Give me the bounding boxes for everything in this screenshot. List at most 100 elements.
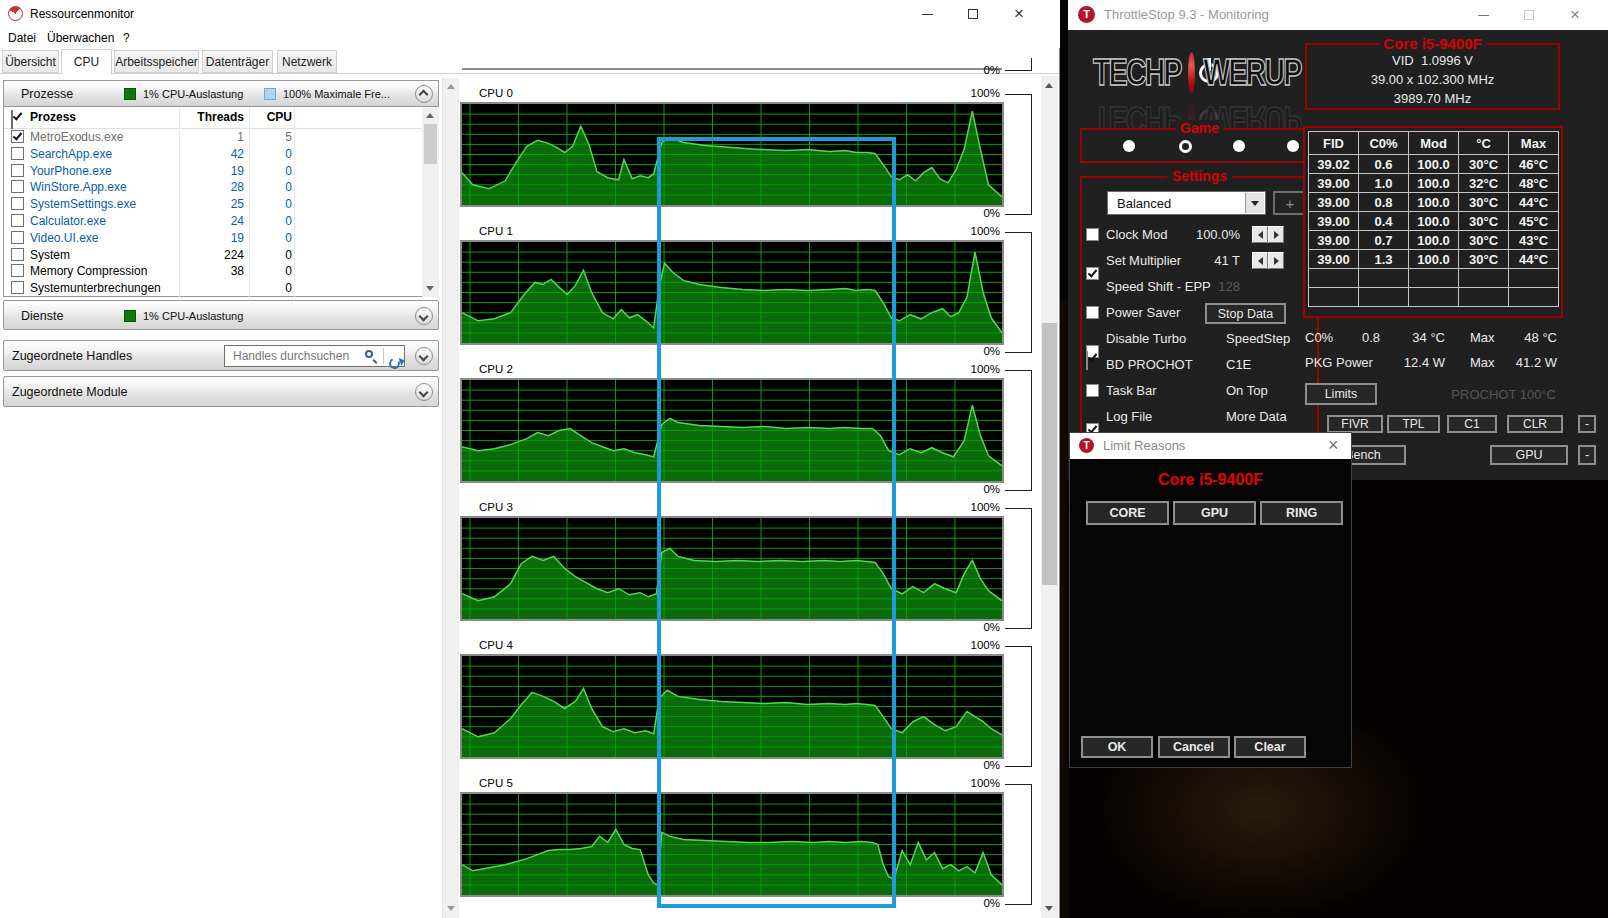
max-freq-legend-swatch: [264, 88, 276, 100]
handles-expand-button[interactable]: [415, 347, 433, 365]
logo-power-icon: [1188, 52, 1195, 94]
module-expand-button[interactable]: [415, 383, 433, 401]
process-row[interactable]: Systemunterbrechungen0: [4, 280, 422, 295]
setting-checkbox-disable-turbo[interactable]: [1086, 384, 1099, 397]
spin-up-button[interactable]: [1268, 226, 1284, 243]
process-checkbox[interactable]: [11, 164, 24, 177]
rm-close-button[interactable]: ×: [996, 0, 1042, 28]
menu-datei[interactable]: Datei: [8, 31, 36, 45]
search-icon[interactable]: [365, 350, 373, 358]
game-radio-0[interactable]: [1123, 140, 1135, 152]
dialog-button-ring[interactable]: RING: [1260, 501, 1343, 525]
col-prozess[interactable]: Prozess: [30, 110, 76, 124]
process-checkbox[interactable]: [11, 281, 24, 294]
ts-minimize-button[interactable]: [1460, 0, 1506, 30]
fid-cell: 39.00: [1309, 174, 1359, 193]
tab-übersicht[interactable]: Übersicht: [2, 50, 59, 73]
game-radio-1[interactable]: [1179, 140, 1192, 153]
process-row[interactable]: System2240: [4, 247, 422, 264]
combo-dropdown-button[interactable]: [1245, 193, 1264, 213]
dialog-action-clear[interactable]: Clear: [1234, 736, 1306, 758]
process-name: System: [30, 248, 70, 262]
fid-cell: 100.0: [1409, 174, 1459, 193]
menu-help[interactable]: ?: [123, 31, 130, 45]
dialog-button-core[interactable]: CORE: [1086, 501, 1169, 525]
ts-maximize-button[interactable]: [1506, 0, 1552, 30]
handles-search-box[interactable]: Handles durchsuchen: [224, 345, 405, 367]
profile-combobox[interactable]: Balanced: [1107, 191, 1266, 215]
limits-button[interactable]: Limits: [1305, 383, 1377, 405]
refresh-icon[interactable]: [387, 356, 401, 370]
profile-checkbox[interactable]: [1086, 351, 1088, 370]
rm-minimize-button[interactable]: [904, 0, 950, 28]
button-clr[interactable]: CLR: [1507, 415, 1563, 433]
fid-cell: 1.0: [1359, 174, 1409, 193]
graphs-scrollbar-thumb[interactable]: [1042, 323, 1057, 585]
process-checkbox[interactable]: [11, 248, 24, 261]
process-row[interactable]: SearchApp.exe420: [4, 146, 422, 163]
spin-down-button[interactable]: [1252, 252, 1268, 269]
process-checkbox[interactable]: [11, 147, 24, 160]
process-checkbox[interactable]: [11, 231, 24, 244]
dialog-close-button[interactable]: ×: [1328, 435, 1339, 456]
button-tpl[interactable]: TPL: [1387, 415, 1440, 433]
button--[interactable]: -: [1578, 445, 1596, 465]
game-radio-3[interactable]: [1287, 140, 1299, 152]
fid-cell: 45°C: [1509, 212, 1559, 231]
process-threads: 224: [149, 248, 244, 262]
process-row[interactable]: Calculator.exe240: [4, 213, 422, 230]
processes-header[interactable]: Prozesse 1% CPU-Auslastung 100% Maximale…: [3, 80, 439, 107]
spin-down-button[interactable]: [1252, 226, 1268, 243]
left-panel-scrollbar[interactable]: [442, 78, 459, 918]
rm-maximize-button[interactable]: [950, 0, 996, 28]
dienste-section-header[interactable]: Dienste 1% CPU-Auslastung: [3, 300, 439, 330]
ts-close-button[interactable]: ×: [1552, 0, 1598, 30]
button--[interactable]: -: [1578, 415, 1596, 433]
processes-collapse-button[interactable]: [415, 85, 433, 103]
stop-data-button[interactable]: Stop Data: [1205, 303, 1286, 324]
fid-cell: 44°C: [1509, 193, 1559, 212]
processes-title: Prozesse: [21, 87, 73, 101]
setting-checkbox-set-multiplier[interactable]: [1086, 267, 1099, 280]
dialog-button-gpu[interactable]: GPU: [1173, 501, 1256, 525]
button-c1[interactable]: C1: [1447, 415, 1497, 433]
process-checkbox[interactable]: [11, 214, 24, 227]
handles-section-header[interactable]: Zugeordnete Handles Handles durchsuchen: [3, 340, 439, 371]
process-checkbox[interactable]: [11, 180, 24, 193]
tab-cpu[interactable]: CPU: [61, 49, 112, 74]
process-header-checkbox[interactable]: [11, 110, 13, 129]
process-row[interactable]: Video.UI.exe190: [4, 230, 422, 247]
tab-netzwerk[interactable]: Netzwerk: [277, 50, 337, 73]
module-section-header[interactable]: Zugeordnete Module: [3, 376, 439, 407]
graphs-scrollbar[interactable]: [1041, 76, 1058, 918]
process-row[interactable]: SystemSettings.exe250: [4, 196, 422, 213]
add-profile-button[interactable]: +: [1273, 191, 1307, 215]
dienste-expand-button[interactable]: [415, 307, 433, 325]
tab-arbeitsspeicher[interactable]: Arbeitsspeicher: [114, 50, 199, 73]
process-row[interactable]: Memory Compression380: [4, 263, 422, 280]
process-checkbox[interactable]: [11, 197, 24, 210]
process-checkbox[interactable]: [11, 264, 24, 277]
dialog-action-cancel[interactable]: Cancel: [1158, 736, 1230, 758]
process-row[interactable]: YourPhone.exe190: [4, 163, 422, 180]
process-checkbox[interactable]: [11, 130, 24, 143]
setting-label: SpeedStep: [1226, 331, 1290, 346]
game-title: Game: [1175, 120, 1224, 136]
menu-ueberwachen[interactable]: Überwachen: [47, 31, 114, 45]
button-fivr[interactable]: FIVR: [1327, 415, 1383, 433]
spin-up-button[interactable]: [1268, 252, 1284, 269]
tab-datenträger[interactable]: Datenträger: [202, 50, 273, 73]
col-cpu[interactable]: CPU: [254, 110, 292, 124]
setting-checkbox-speed-shift-epp[interactable]: [1086, 306, 1099, 319]
game-radio-2[interactable]: [1233, 140, 1245, 152]
dialog-action-ok[interactable]: OK: [1081, 736, 1153, 758]
process-row[interactable]: MetroExodus.exe15: [4, 129, 422, 146]
process-row[interactable]: WinStore.App.exe280: [4, 179, 422, 196]
col-threads[interactable]: Threads: [149, 110, 244, 124]
game-box: Game: [1080, 128, 1319, 163]
setting-checkbox-clock-mod[interactable]: [1086, 228, 1099, 241]
fid-cell: 39.00: [1309, 231, 1359, 250]
process-list-scrollbar[interactable]: [422, 107, 439, 297]
fid-cell: 39.02: [1309, 155, 1359, 174]
button-gpu[interactable]: GPU: [1490, 445, 1568, 465]
